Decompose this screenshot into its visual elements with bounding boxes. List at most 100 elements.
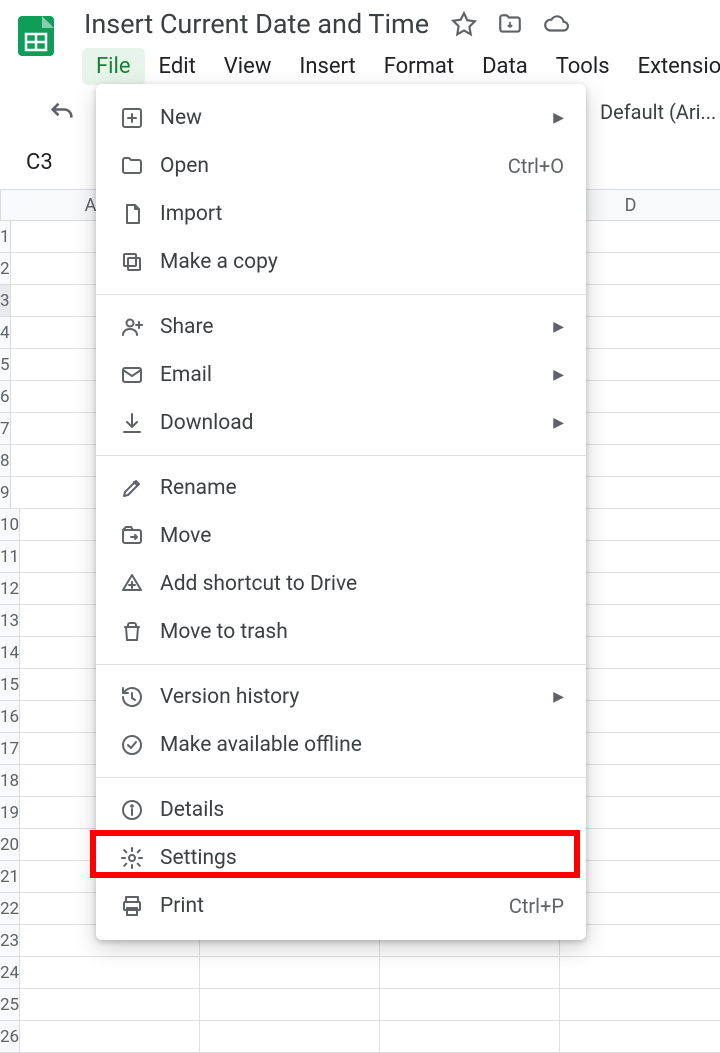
plus-box-icon bbox=[118, 106, 146, 130]
menu-item-label: Make available offline bbox=[160, 733, 362, 757]
drive-add-icon bbox=[118, 572, 146, 596]
menu-data[interactable]: Data bbox=[468, 48, 542, 85]
row-header[interactable]: 20 bbox=[0, 829, 20, 861]
menu-edit[interactable]: Edit bbox=[145, 48, 210, 85]
cell[interactable] bbox=[20, 957, 200, 989]
row-header[interactable]: 13 bbox=[0, 605, 20, 637]
sheets-logo-icon[interactable] bbox=[12, 10, 60, 62]
menu-insert[interactable]: Insert bbox=[285, 48, 369, 85]
menu-format[interactable]: Format bbox=[370, 48, 468, 85]
menu-item-details[interactable]: Details bbox=[96, 786, 586, 834]
row-header[interactable]: 22 bbox=[0, 893, 20, 925]
cell[interactable] bbox=[560, 1021, 720, 1053]
menu-item-download[interactable]: Download ▶ bbox=[96, 399, 586, 447]
file-menu-dropdown: New ▶ Open Ctrl+O ImportMake a copy Share▶Ema… bbox=[96, 84, 586, 940]
menu-item-email[interactable]: Email▶ bbox=[96, 351, 586, 399]
mail-icon bbox=[118, 363, 146, 387]
doc-title[interactable]: Insert Current Date and Time bbox=[82, 6, 431, 42]
menu-item-label: Version history bbox=[160, 685, 299, 709]
submenu-arrow-icon: ▶ bbox=[553, 689, 564, 705]
menu-item-label: Download bbox=[160, 411, 254, 435]
document-icon bbox=[118, 202, 146, 226]
cell[interactable] bbox=[20, 1021, 200, 1053]
menu-item-label: Add shortcut to Drive bbox=[160, 572, 357, 596]
row-header[interactable]: 19 bbox=[0, 797, 20, 829]
cell[interactable] bbox=[560, 957, 720, 989]
row-header[interactable]: 23 bbox=[0, 925, 20, 957]
menu-item-add-shortcut-to-drive[interactable]: Add shortcut to Drive bbox=[96, 560, 586, 608]
move-folder-icon[interactable] bbox=[497, 11, 523, 37]
star-icon[interactable] bbox=[451, 11, 477, 37]
cloud-status-icon[interactable] bbox=[543, 11, 569, 37]
menu-extensions[interactable]: Extensions bbox=[624, 48, 720, 85]
history-icon bbox=[118, 685, 146, 709]
row-header[interactable]: 8 bbox=[0, 445, 11, 477]
person-add-icon bbox=[118, 315, 146, 339]
offline-icon bbox=[118, 733, 146, 757]
menu-shortcut: Ctrl+O bbox=[508, 154, 564, 178]
row-header[interactable]: 17 bbox=[0, 733, 20, 765]
menu-item-import[interactable]: Import bbox=[96, 190, 586, 238]
row-header[interactable]: 24 bbox=[0, 957, 20, 989]
row-header[interactable]: 7 bbox=[0, 413, 11, 445]
row-header[interactable]: 5 bbox=[0, 349, 11, 381]
menubar: FileEditViewInsertFormatDataToolsExtensi… bbox=[82, 48, 720, 85]
gear-icon bbox=[118, 846, 146, 870]
row-header[interactable]: 4 bbox=[0, 317, 11, 349]
cell[interactable] bbox=[380, 989, 560, 1021]
row-header[interactable]: 12 bbox=[0, 573, 20, 605]
menu-item-make-available-offline[interactable]: Make available offline bbox=[96, 721, 586, 769]
font-name-display[interactable]: Default (Ari... bbox=[600, 100, 716, 124]
row-header[interactable]: 6 bbox=[0, 381, 11, 413]
menu-item-print[interactable]: Print Ctrl+P bbox=[96, 882, 586, 930]
menu-item-label: Open bbox=[160, 154, 209, 178]
submenu-arrow-icon: ▶ bbox=[553, 110, 564, 126]
row-header[interactable]: 10 bbox=[0, 509, 20, 541]
row-header[interactable]: 14 bbox=[0, 637, 20, 669]
folder-icon bbox=[118, 154, 146, 178]
row-header[interactable]: 16 bbox=[0, 701, 20, 733]
menu-view[interactable]: View bbox=[210, 48, 286, 85]
menu-item-share[interactable]: Share▶ bbox=[96, 303, 586, 351]
row-header[interactable]: 26 bbox=[0, 1021, 20, 1053]
menu-item-label: Print bbox=[160, 894, 204, 918]
cell[interactable] bbox=[200, 989, 380, 1021]
menu-item-label: New bbox=[160, 106, 202, 130]
rename-icon bbox=[118, 476, 146, 500]
menu-item-move[interactable]: Move bbox=[96, 512, 586, 560]
menu-item-move-to-trash[interactable]: Move to trash bbox=[96, 608, 586, 656]
undo-icon[interactable] bbox=[48, 99, 76, 132]
menu-item-settings[interactable]: Settings bbox=[96, 834, 586, 882]
menu-item-new[interactable]: New ▶ bbox=[96, 94, 586, 142]
row-header[interactable]: 2 bbox=[0, 253, 11, 285]
menu-tools[interactable]: Tools bbox=[542, 48, 624, 85]
menu-item-rename[interactable]: Rename bbox=[96, 464, 586, 512]
row-header[interactable]: 1 bbox=[0, 221, 11, 253]
row-header[interactable]: 18 bbox=[0, 765, 20, 797]
menu-shortcut: Ctrl+P bbox=[509, 894, 564, 918]
cell[interactable] bbox=[20, 989, 200, 1021]
menu-file[interactable]: File bbox=[82, 48, 145, 85]
submenu-arrow-icon: ▶ bbox=[553, 367, 564, 383]
row-header[interactable]: 11 bbox=[0, 541, 20, 573]
download-icon bbox=[118, 411, 146, 435]
menu-item-version-history[interactable]: Version history ▶ bbox=[96, 673, 586, 721]
submenu-arrow-icon: ▶ bbox=[553, 415, 564, 431]
cell[interactable] bbox=[560, 989, 720, 1021]
move-icon bbox=[118, 524, 146, 548]
menu-item-open[interactable]: Open Ctrl+O bbox=[96, 142, 586, 190]
cell[interactable] bbox=[380, 957, 560, 989]
cell[interactable] bbox=[200, 1021, 380, 1053]
menu-item-make-a-copy[interactable]: Make a copy bbox=[96, 238, 586, 286]
row-header[interactable]: 21 bbox=[0, 861, 20, 893]
submenu-arrow-icon: ▶ bbox=[553, 319, 564, 335]
name-box[interactable]: C3 bbox=[12, 144, 67, 181]
row-header[interactable]: 3 bbox=[0, 285, 11, 317]
row-header[interactable]: 15 bbox=[0, 669, 20, 701]
row-header[interactable]: 25 bbox=[0, 989, 20, 1021]
menu-divider bbox=[96, 777, 586, 778]
cell[interactable] bbox=[200, 957, 380, 989]
cell[interactable] bbox=[380, 1021, 560, 1053]
row-header[interactable]: 9 bbox=[0, 477, 11, 509]
print-icon bbox=[118, 894, 146, 918]
